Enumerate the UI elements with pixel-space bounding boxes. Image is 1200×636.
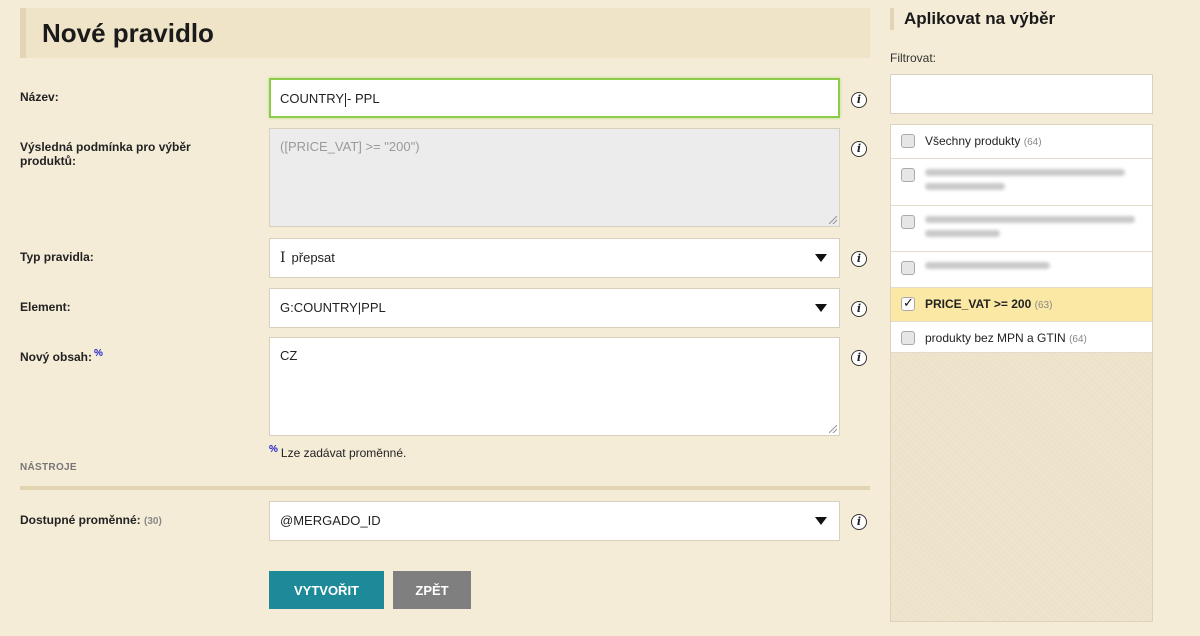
create-button[interactable]: VYTVOŘIT (269, 571, 384, 609)
text-cursor (345, 92, 347, 107)
rule-type-info-icon[interactable]: i (851, 251, 867, 267)
list-item-count: (64) (1069, 334, 1087, 345)
selection-list: Všechny produkty (64) ✓ PRICE_VAT >= 200… (890, 124, 1153, 622)
variables-label: Dostupné proměnné: (30) (20, 513, 250, 529)
filter-label: Filtrovat: (890, 51, 937, 65)
variables-count: (30) (144, 516, 162, 527)
resize-handle-icon[interactable] (829, 425, 837, 433)
page-header: Nové pravidlo (20, 8, 870, 58)
resize-handle-icon[interactable] (829, 216, 837, 224)
list-item-label: PRICE_VAT >= 200 (925, 297, 1032, 311)
filter-input[interactable] (890, 74, 1153, 114)
variables-label-text: Dostupné proměnné: (20, 513, 141, 527)
name-label: Název: (20, 90, 59, 104)
variables-value: @MERGADO_ID (280, 513, 381, 528)
page-title: Nové pravidlo (42, 18, 214, 48)
tools-section-heading: NÁSTROJE (20, 462, 77, 473)
variables-info-icon[interactable]: i (851, 514, 867, 530)
variables-hint-text: Lze zadávat proměnné. (280, 446, 407, 460)
list-item[interactable] (891, 206, 1152, 252)
element-select[interactable]: G:COUNTRY|PPL (269, 288, 840, 328)
list-item-count: (63) (1034, 300, 1053, 311)
new-content-value: CZ (280, 348, 298, 363)
list-item[interactable] (891, 159, 1152, 206)
blurred-label (925, 169, 1125, 197)
text-cursor-icon: I (280, 250, 286, 266)
new-content-info-icon[interactable]: i (851, 350, 867, 366)
name-info-icon[interactable]: i (851, 92, 867, 108)
rule-type-select[interactable]: Ipřepsat (269, 238, 840, 278)
list-item-label: produkty bez MPN a GTIN (925, 331, 1066, 345)
name-input-value-after: - PPL (347, 91, 380, 106)
checkbox[interactable] (901, 215, 915, 229)
dropdown-arrow-icon (815, 304, 827, 312)
element-label: Element: (20, 300, 71, 314)
list-item-label: Všechny produkty (925, 134, 1021, 148)
dropdown-arrow-icon (815, 517, 827, 525)
element-info-icon[interactable]: i (851, 301, 867, 317)
condition-textarea: ([PRICE_VAT] >= "200") (269, 128, 840, 227)
condition-info-icon[interactable]: i (851, 141, 867, 157)
checkbox[interactable] (901, 168, 915, 182)
checkmark-icon: ✓ (903, 295, 914, 310)
list-item-count: (64) (1023, 137, 1042, 148)
condition-label: Výsledná podmínka pro výběr produktů: (20, 140, 191, 168)
list-item[interactable]: produkty bez MPN a GTIN (64) (891, 322, 1152, 353)
back-button[interactable]: ZPĚT (393, 571, 471, 609)
sidebar-title: Aplikovat na výběr (890, 8, 1180, 30)
checkbox[interactable] (901, 331, 915, 345)
checkbox[interactable] (901, 134, 915, 148)
name-input[interactable]: COUNTRY - PPL (269, 78, 840, 118)
list-item[interactable]: Všechny produkty (64) (891, 125, 1152, 159)
section-divider (20, 486, 870, 490)
blurred-label (925, 216, 1135, 244)
checkbox[interactable]: ✓ (901, 295, 915, 311)
list-item[interactable] (891, 252, 1152, 288)
new-content-textarea[interactable]: CZ (269, 337, 840, 436)
checkbox[interactable] (901, 261, 915, 275)
dropdown-arrow-icon (815, 254, 827, 262)
rule-type-label: Typ pravidla: (20, 250, 94, 264)
condition-value: ([PRICE_VAT] >= "200") (280, 139, 420, 154)
list-item[interactable]: ✓ PRICE_VAT >= 200 (63) (891, 288, 1152, 322)
variables-select[interactable]: @MERGADO_ID (269, 501, 840, 541)
variable-marker: % (269, 444, 278, 455)
name-input-value-before: COUNTRY (280, 91, 345, 106)
variable-marker: % (94, 348, 103, 359)
blurred-label (925, 262, 1050, 276)
new-content-label-text: Nový obsah: (20, 350, 93, 364)
variables-hint: % Lze zadávat proměnné. (269, 444, 406, 460)
rule-type-value: přepsat (291, 250, 335, 265)
new-content-label: Nový obsah:% (20, 347, 250, 364)
element-value: G:COUNTRY|PPL (280, 300, 386, 315)
